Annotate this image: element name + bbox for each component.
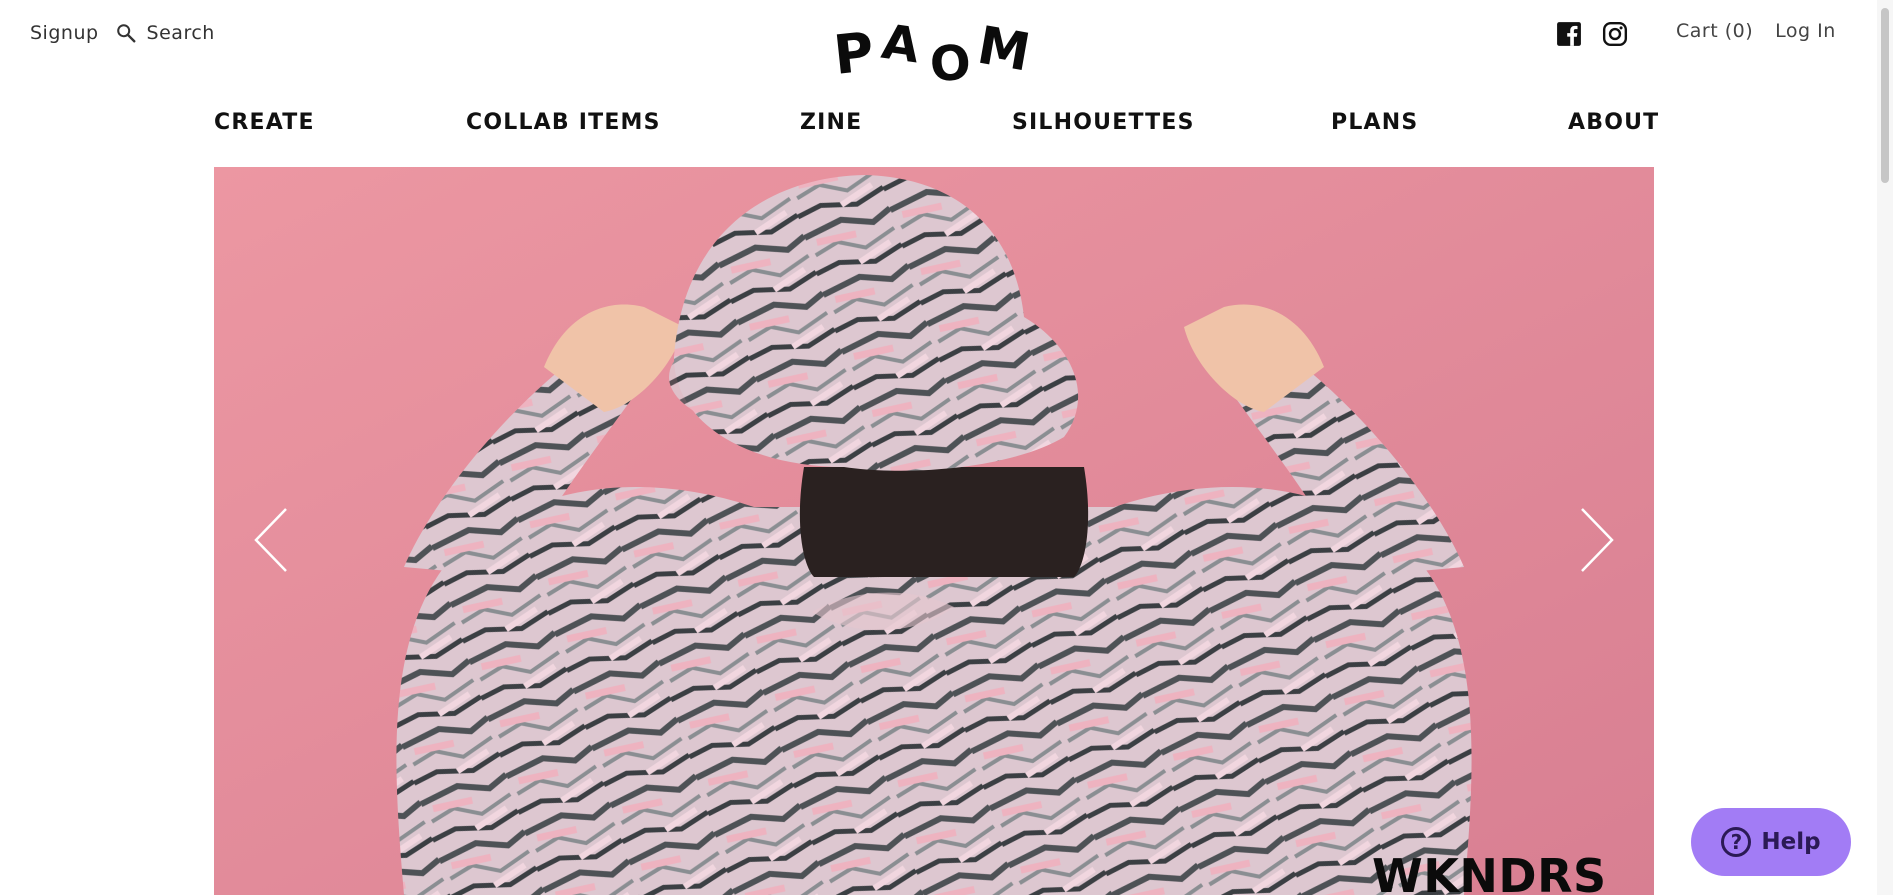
nav-item-zine[interactable]: ZINE bbox=[800, 110, 862, 135]
question-icon: ? bbox=[1721, 827, 1752, 857]
nav-item-plans[interactable]: PLANS bbox=[1331, 110, 1418, 135]
social-links bbox=[1556, 21, 1648, 47]
header-left: Signup Search bbox=[30, 22, 215, 44]
svg-text:A: A bbox=[878, 14, 923, 74]
help-label: Help bbox=[1761, 829, 1821, 855]
help-button[interactable]: ? Help bbox=[1691, 808, 1851, 876]
nav-item-silhouettes[interactable]: SILHOUETTES bbox=[1012, 110, 1195, 135]
hero-title: WKNDRS bbox=[1372, 849, 1607, 895]
nav-item-collab-items[interactable]: COLLAB ITEMS bbox=[466, 110, 661, 135]
svg-text:M: M bbox=[973, 16, 1034, 84]
chevron-right-icon[interactable] bbox=[1576, 505, 1616, 575]
account-links: Cart (0) Log In bbox=[1676, 20, 1836, 42]
facebook-icon[interactable] bbox=[1556, 21, 1582, 47]
search-button[interactable]: Search bbox=[115, 22, 215, 44]
nav-item-about[interactable]: ABOUT bbox=[1568, 110, 1659, 135]
svg-text:P: P bbox=[831, 20, 877, 86]
search-icon bbox=[116, 24, 135, 43]
scrollbar-thumb[interactable] bbox=[1881, 8, 1889, 183]
hero-image bbox=[214, 167, 1654, 895]
login-link[interactable]: Log In bbox=[1775, 20, 1836, 42]
signup-link[interactable]: Signup bbox=[30, 22, 99, 44]
nav-item-create[interactable]: CREATE bbox=[214, 110, 315, 135]
page-scrollbar[interactable] bbox=[1877, 0, 1893, 895]
search-label: Search bbox=[146, 22, 215, 44]
site-header: Signup Search P A O M Cart (0) Log In bbox=[0, 0, 1893, 95]
hero-slideshow[interactable]: WKNDRS bbox=[214, 167, 1654, 895]
instagram-icon[interactable] bbox=[1602, 21, 1628, 47]
main-nav: CREATE COLLAB ITEMS ZINE SILHOUETTES PLA… bbox=[214, 110, 1658, 140]
chevron-left-icon[interactable] bbox=[252, 505, 292, 575]
svg-text:O: O bbox=[928, 34, 973, 86]
paom-logo[interactable]: P A O M bbox=[830, 14, 1040, 86]
cart-link[interactable]: Cart (0) bbox=[1676, 20, 1753, 42]
